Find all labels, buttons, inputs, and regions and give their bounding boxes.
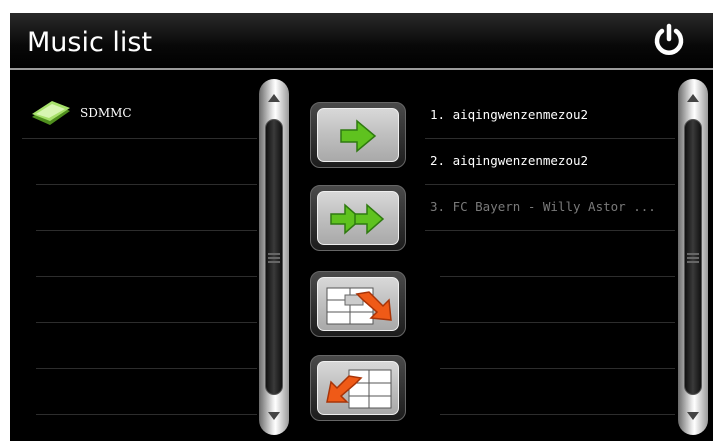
device-row[interactable]: SDMMC xyxy=(22,93,257,139)
track-label: 3. FC Bayern - Willy Astor ... xyxy=(430,199,656,214)
list-item xyxy=(36,277,257,323)
list-item xyxy=(440,323,675,369)
page-title: Music list xyxy=(27,27,153,58)
device-list-scrollbar[interactable] xyxy=(259,79,289,435)
list-item xyxy=(36,323,257,369)
clear-list-button[interactable] xyxy=(310,355,406,421)
track-label: 2. aiqingwenzenmezou2 xyxy=(430,153,589,168)
list-item xyxy=(440,277,675,323)
playlist-scrollbar[interactable] xyxy=(678,79,708,435)
list-item xyxy=(440,231,675,277)
track-label: 1. aiqingwenzenmezou2 xyxy=(430,107,589,122)
remove-song-button[interactable] xyxy=(310,271,406,337)
scroll-up-arrow-icon[interactable] xyxy=(267,93,281,103)
scroll-grip[interactable] xyxy=(687,253,699,263)
scroll-grip[interactable] xyxy=(268,253,280,263)
list-item xyxy=(36,369,257,415)
remove-from-list-icon xyxy=(326,287,392,325)
scroll-down-arrow-icon[interactable] xyxy=(686,411,700,421)
list-item xyxy=(36,139,257,185)
playlist-item[interactable]: 3. FC Bayern - Willy Astor ... xyxy=(425,185,675,231)
list-item xyxy=(36,231,257,277)
title-bar: Music list xyxy=(10,13,713,70)
double-arrow-right-icon xyxy=(330,203,385,235)
power-icon[interactable] xyxy=(651,22,687,58)
device-label: SDMMC xyxy=(80,106,132,120)
add-song-button[interactable] xyxy=(310,102,406,168)
scroll-up-arrow-icon[interactable] xyxy=(686,93,700,103)
list-item xyxy=(36,185,257,231)
arrow-right-icon xyxy=(340,119,377,153)
add-all-songs-button[interactable] xyxy=(310,185,406,251)
music-list-screen: Music list SDMMC 1. aiqingwenzenmezou2 2… xyxy=(10,13,713,441)
playlist-item[interactable]: 1. aiqingwenzenmezou2 xyxy=(425,93,675,139)
clear-list-icon xyxy=(326,369,392,409)
sd-card-icon xyxy=(30,101,72,127)
list-item xyxy=(440,369,675,415)
scroll-down-arrow-icon[interactable] xyxy=(267,411,281,421)
playlist-item[interactable]: 2. aiqingwenzenmezou2 xyxy=(425,139,675,185)
